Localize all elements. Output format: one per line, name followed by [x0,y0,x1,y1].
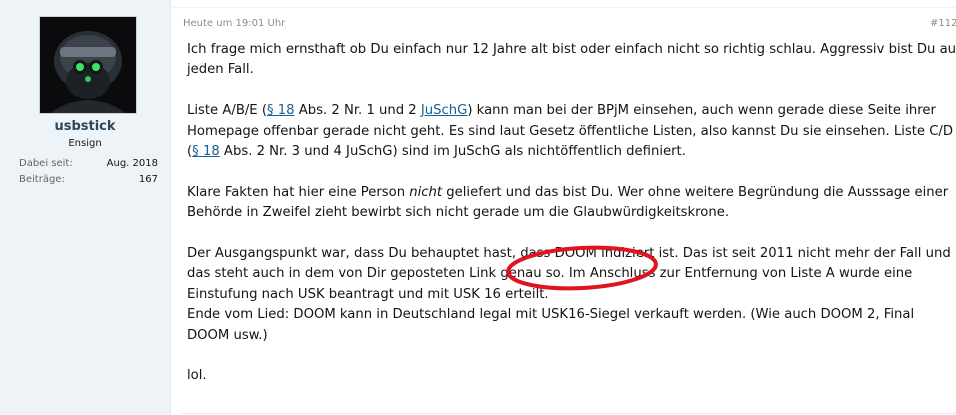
law-link-paragraph-18[interactable]: § 18 [267,103,295,118]
text-line: Homepage offenbar gerade nicht geht. Es … [187,123,954,139]
user-info-pane: usbstick Ensign Dabei seit: Aug. 2018 Be… [0,0,171,415]
post-body: Ich frage mich ernsthaft ob Du einfach n… [187,40,956,407]
post-timestamp[interactable]: Heute um 19:01 Uhr [183,18,285,29]
text-segment: Liste A/B/E ( [187,103,267,119]
text-line: Der Ausgangspunkt war, dass Du behauptet… [187,246,951,262]
text-line: DOOM usw.) [187,327,268,343]
posts-value[interactable]: 167 [139,174,158,185]
joined-label: Dabei seit: [19,158,73,169]
text-line: Ich frage mich ernsthaft ob Du einfach n… [187,42,956,57]
emphasis-text: nicht [409,184,443,200]
text-segment: ) kann man bei der BPjM einsehen, auch w… [467,103,936,119]
post-footer-divider [182,413,956,414]
law-link-juschg[interactable]: JuSchG [421,103,467,118]
text-line: Klare Fakten hat hier eine Person nicht … [187,183,956,203]
username-link[interactable]: usbstick [0,119,170,134]
posts-label: Beiträge: [19,174,65,185]
text-segment: Abs. 2 Nr. 1 und 2 [294,103,421,119]
avatar-image [40,17,136,113]
text-segment: Abs. 2 Nr. 3 und 4 JuSchG) sind im JuSch… [219,144,686,160]
text-line: Liste A/B/E (§ 18 Abs. 2 Nr. 1 und 2 JuS… [187,101,956,121]
joined-value: Aug. 2018 [106,158,158,169]
user-title: Ensign [68,138,102,149]
text-segment: geliefert und das bist Du. Wer ohne weit… [442,184,949,200]
text-line: das steht auch in dem von Dir geposteten… [187,266,913,282]
paragraph-5: lol. [187,366,956,386]
text-line: Behörde in Zweifel zieht bewirbt sich ni… [187,205,730,221]
text-line: (§ 18 Abs. 2 Nr. 3 und 4 JuSchG) sind im… [187,142,956,162]
paragraph-2: Liste A/B/E (§ 18 Abs. 2 Nr. 1 und 2 JuS… [187,101,956,162]
text-segment: Klare Fakten hat hier eine Person [187,184,410,200]
text-line: Einstufung nach USK beantragt und mit US… [187,286,549,302]
text-line: jeden Fall. [187,62,254,78]
text-line: Ende vom Lied: DOOM kann in Deutschland … [187,307,915,323]
text-line: lol. [187,368,207,384]
avatar[interactable] [39,16,137,114]
paragraph-3: Klare Fakten hat hier eine Person nicht … [187,183,956,224]
paragraph-4: Der Ausgangspunkt war, dass Du behauptet… [187,244,956,346]
post-header-divider [172,7,956,8]
law-link-paragraph-18-second[interactable]: § 18 [192,144,220,159]
paragraph-1: Ich frage mich ernsthaft ob Du einfach n… [187,40,956,81]
post-number-link[interactable]: #112 [930,18,956,29]
